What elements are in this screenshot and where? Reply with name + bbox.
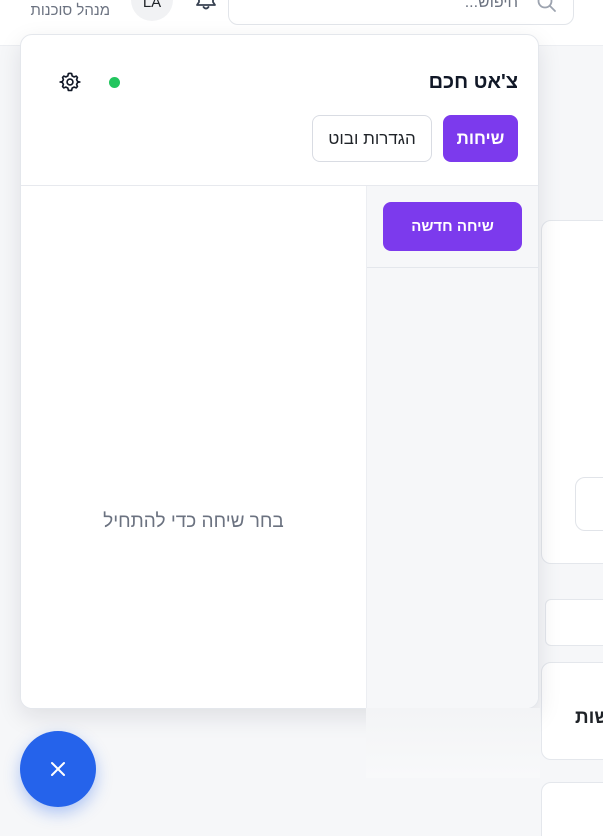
chat-panel-title: צ'אט חכם [428, 71, 518, 93]
background-input-box [575, 477, 603, 531]
empty-state-text: בחר שיחה כדי להתחיל [103, 511, 284, 532]
online-status-dot [109, 77, 120, 88]
avatar-initials: LA [142, 0, 162, 11]
background-card-title: שות [575, 707, 603, 728]
new-chat-button[interactable]: שיחה חדשה [383, 202, 522, 251]
chat-panel-body: בחר שיחה כדי להתחיל שיחה חדשה [21, 186, 538, 708]
close-chat-button[interactable] [20, 731, 96, 807]
conversations-sidebar: שיחה חדשה [366, 186, 538, 708]
background-card [541, 782, 603, 836]
smart-chat-panel: צ'אט חכם שיחות הגדרות ובוט בחר שיחה כדי … [20, 34, 539, 709]
tab-settings-and-bot[interactable]: הגדרות ובוט [312, 115, 432, 162]
background-card [545, 599, 603, 646]
user-role-label: מנהל סוכנות [30, 2, 110, 19]
gear-icon[interactable] [59, 71, 81, 93]
conversations-sidebar-overflow [366, 708, 540, 778]
conversations-sidebar-header: שיחה חדשה [367, 186, 538, 268]
conversation-view: בחר שיחה כדי להתחיל [21, 186, 366, 708]
chat-panel-header: צ'אט חכם שיחות הגדרות ובוט [21, 35, 538, 186]
search-input[interactable]: חיפוש... [228, 0, 574, 25]
search-placeholder: חיפוש... [464, 0, 518, 11]
tab-chats[interactable]: שיחות [443, 115, 518, 162]
search-icon [537, 0, 556, 12]
avatar[interactable]: LA [131, 0, 173, 21]
close-icon [51, 762, 65, 776]
bell-icon[interactable] [195, 0, 217, 10]
